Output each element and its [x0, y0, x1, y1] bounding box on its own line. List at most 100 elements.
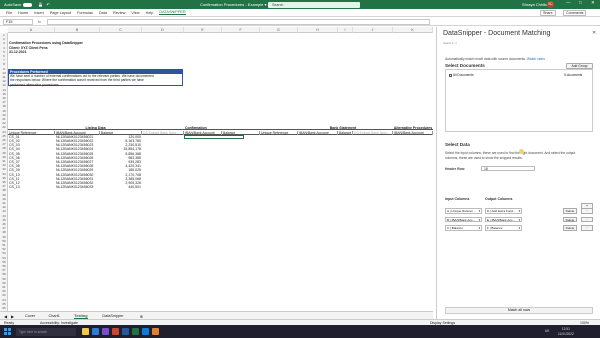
sheet-tab[interactable]: DataSnipper	[102, 314, 123, 318]
ribbon-tab[interactable]: Data	[99, 11, 107, 15]
output-column-select[interactable]: D | Add Extra Fund... ▾	[485, 208, 522, 214]
output-column-value: F | Balance	[487, 226, 503, 230]
output-column-select[interactable]: F | Balance ▾	[485, 225, 522, 231]
undo-icon[interactable]: ↶	[46, 2, 49, 7]
minimize-button[interactable]: —	[566, 0, 571, 5]
excel-icon[interactable]	[132, 328, 139, 335]
ribbon-tab[interactable]: Insert	[34, 11, 44, 15]
ribbon-tab[interactable]: View	[131, 11, 139, 15]
input-column-value: B | IBAN/Bank Acc...	[447, 217, 476, 222]
select-data-description: columns, these are used to show the snip…	[445, 155, 523, 160]
cell-area[interactable]: Confirmation Procedures using DataSnippe…	[8, 33, 433, 311]
datasnipper-pane: DataSnipper - Document Matching ✕ Select…	[436, 27, 600, 319]
tab-nav-prev-icon[interactable]: ◀	[4, 314, 7, 319]
save-icon[interactable]: 💾	[38, 2, 43, 7]
ribbon-tab[interactable]: Review	[113, 11, 125, 15]
tab-nav-next-icon[interactable]: ▶	[11, 314, 14, 319]
chevron-down-icon: ▾	[518, 209, 520, 213]
app-icon[interactable]	[152, 328, 159, 335]
fx-icon[interactable]: fx	[38, 20, 41, 24]
restore-button[interactable]: □	[579, 0, 582, 5]
pane-close-icon[interactable]: ✕	[592, 30, 596, 36]
cell-balance[interactable]: 440,501	[101, 185, 141, 189]
table-row[interactable]: CS_13 NL12BANK0123456033 440,501	[8, 185, 433, 189]
word-icon[interactable]	[122, 328, 129, 335]
language-indicator[interactable]: UK	[545, 329, 549, 333]
autosave-toggle[interactable]	[23, 2, 33, 7]
checkbox-icon[interactable]	[449, 73, 452, 77]
input-columns-label: Input Columns	[445, 197, 470, 201]
cell-reference[interactable]: CS_13	[9, 185, 20, 189]
sheet-tab-bar: ◀ ▶ Cover Chart1 Testing DataSnipper ⊕	[0, 311, 433, 319]
list-item[interactable]: All Documents 5 documents	[449, 73, 591, 77]
ribbon-tab[interactable]: Help	[146, 11, 154, 15]
pane-title: DataSnipper - Document Matching	[443, 30, 551, 37]
documents-list[interactable]: All Documents 5 documents	[445, 69, 593, 132]
procedures-box: Procedures Performed We have sent a numb…	[8, 69, 183, 87]
delete-button[interactable]: Delete	[563, 225, 577, 231]
accessibility-status[interactable]: Accessibility: Investigate	[40, 321, 78, 325]
chevron-down-icon: ▾	[518, 217, 520, 222]
pane-options[interactable]: Select ▾ ◁	[443, 41, 457, 45]
input-column-select[interactable]: B | IBAN/Bank Acc... ▾	[445, 216, 482, 222]
chevron-down-icon: ▾	[478, 226, 480, 230]
more-options-button[interactable]: ...	[581, 216, 593, 222]
date: 11/01/2022	[558, 331, 574, 336]
sheet-tab[interactable]: Cover	[25, 314, 35, 318]
title-bar: AutoSave 💾 ↶ Confirmation Procedures - E…	[0, 0, 600, 9]
row-header[interactable]: 66	[0, 306, 8, 310]
selected-cell[interactable]	[184, 134, 244, 139]
select-documents-heading: Select Documents	[445, 63, 485, 68]
pane-intro: Automatically match excel data with sour…	[445, 57, 545, 61]
add-sheet-icon[interactable]: ⊕	[140, 314, 143, 319]
formula-input[interactable]	[47, 19, 430, 25]
ribbon-tab[interactable]: Formulas	[77, 11, 93, 15]
document-count: 5 documents	[564, 73, 583, 77]
input-column-value: A | Unique Referen...	[447, 209, 476, 213]
edge-icon[interactable]	[92, 328, 99, 335]
input-column-select[interactable]: C | Balance ▾	[445, 225, 482, 231]
cell-iban[interactable]: NL12BANK0123456033	[56, 185, 93, 189]
windows-start-icon[interactable]	[4, 328, 11, 335]
procedures-line: performed alternative procedures.	[10, 82, 60, 87]
comments-button[interactable]: Comments	[563, 10, 587, 16]
powerpoint-icon[interactable]	[112, 328, 119, 335]
close-button[interactable]: ✕	[591, 0, 595, 6]
share-button[interactable]: Share	[540, 10, 556, 16]
autosave-label: AutoSave	[4, 2, 22, 7]
period-date: 31.12.2021	[9, 49, 27, 54]
input-column-value: C | Balance	[447, 226, 463, 230]
ribbon-tab[interactable]: Page Layout	[50, 11, 71, 15]
formula-bar: F15 fx	[0, 18, 600, 26]
input-column-select[interactable]: A | Unique Referen... ▾	[445, 208, 482, 214]
avatar[interactable]: SC	[547, 1, 554, 8]
delete-button[interactable]: Delete	[563, 208, 577, 214]
chevron-down-icon: ▾	[478, 217, 480, 222]
header-row-input[interactable]: 18	[481, 166, 535, 171]
more-options-button[interactable]: ...	[581, 225, 593, 231]
ribbon-tab[interactable]: Home	[18, 11, 28, 15]
teams-icon[interactable]	[102, 328, 109, 335]
display-settings[interactable]: Display Settings	[430, 321, 455, 325]
select-data-description: Select the input columns, these are used…	[445, 151, 576, 155]
sheet-tab[interactable]: Testing	[74, 314, 88, 319]
time: 12:51	[561, 326, 570, 331]
mouse-cursor-highlight	[519, 149, 524, 154]
spreadsheet-grid[interactable]: ABCDEFGHIJKL 123456789101112131415161718…	[0, 27, 433, 311]
sheet-tab[interactable]: Chart1	[49, 314, 60, 318]
user-name[interactable]: Shraya Chhibar	[522, 2, 550, 7]
taskbar-search[interactable]: Type here to search	[16, 327, 76, 336]
delete-button[interactable]: Delete	[563, 216, 577, 222]
watch-video-link[interactable]: Watch video	[527, 57, 545, 61]
name-box[interactable]: F15	[3, 19, 33, 25]
search-input[interactable]: Search	[268, 1, 360, 8]
match-all-rows-button[interactable]: Match all rows	[445, 307, 593, 314]
file-explorer-icon[interactable]	[82, 328, 89, 335]
ribbon-tab[interactable]: File	[6, 11, 12, 15]
more-options-button[interactable]: ...	[581, 208, 593, 214]
output-column-select[interactable]: E | IBAN/Bank Acc... ▾	[485, 216, 522, 222]
zoom-level[interactable]: 100%	[580, 321, 589, 325]
ribbon-tab[interactable]: DATASNIPPER	[159, 10, 186, 15]
outlook-icon[interactable]	[142, 328, 149, 335]
clock[interactable]: 12:51 11/01/2022	[558, 327, 574, 337]
